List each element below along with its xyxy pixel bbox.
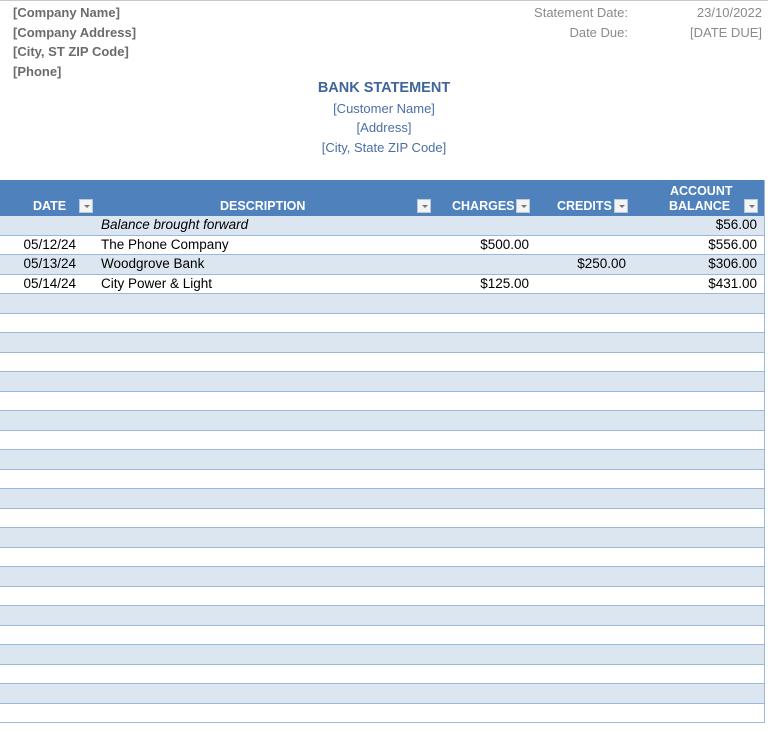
empty-table-row[interactable] [0,411,764,431]
column-header-balance-line1: ACCOUNT [670,184,733,198]
empty-table-row[interactable] [0,645,764,665]
customer-address[interactable]: [Address] [0,118,768,138]
table-row[interactable]: 05/13/24 Woodgrove Bank $250.00 $306.00 [0,255,764,275]
customer-city[interactable]: [City, State ZIP Code] [0,138,768,158]
cell-description[interactable]: Woodgrove Bank [101,255,204,274]
empty-table-row[interactable] [0,665,764,684]
filter-dropdown-credits[interactable] [614,199,628,213]
column-header-credits: CREDITS [557,199,612,213]
empty-table-row[interactable] [0,528,764,548]
table-row[interactable]: 05/12/24 The Phone Company $500.00 $556.00 [0,236,764,255]
company-name[interactable]: [Company Name] [13,3,136,23]
date-due-value[interactable]: [DATE DUE] [690,23,762,43]
filter-dropdown-charges[interactable] [516,199,530,213]
filter-dropdown-date[interactable] [79,199,93,213]
meta-values: 23/10/2022 [DATE DUE] [690,3,762,42]
column-header-balance-line2: BALANCE [669,199,731,213]
statement-date-label: Statement Date: [534,5,628,20]
filter-dropdown-balance[interactable] [744,199,758,213]
empty-table-row[interactable] [0,489,764,509]
empty-table-row[interactable] [0,684,764,704]
table-row[interactable]: 05/14/24 City Power & Light $125.00 $431.00 [0,275,764,294]
empty-table-row[interactable] [0,606,764,626]
empty-table-row[interactable] [0,314,764,333]
statement-title: BANK STATEMENT [317,80,451,96]
empty-table-row[interactable] [0,450,764,470]
transactions-table: DATE DESCRIPTION CHARGES CREDITS ACCOUNT… [0,180,765,723]
filter-dropdown-description[interactable] [417,199,431,213]
cell-charges[interactable]: $500.00 [480,236,529,255]
cell-charges[interactable]: $125.00 [480,275,529,294]
empty-table-row[interactable] [0,626,764,645]
cell-balance[interactable]: $56.00 [716,216,757,235]
empty-table-row[interactable] [0,567,764,587]
column-header-description: DESCRIPTION [220,199,306,213]
customer-name[interactable]: [Customer Name] [0,99,768,119]
cell-credits[interactable]: $250.00 [577,255,626,274]
cell-date[interactable]: 05/12/24 [23,236,76,255]
cell-description[interactable]: City Power & Light [101,275,212,294]
column-header-date: DATE [33,199,67,213]
date-due-label: Date Due: [569,24,628,40]
empty-table-row[interactable] [0,294,764,314]
empty-table-row[interactable] [0,372,764,392]
cell-balance[interactable]: $431.00 [708,275,757,294]
empty-table-row[interactable] [0,509,764,528]
cell-date[interactable]: 05/13/24 [23,255,76,274]
cell-balance[interactable]: $306.00 [708,255,757,274]
column-header-charges: CHARGES [452,199,515,213]
statement-date-value[interactable]: 23/10/2022 [690,3,762,23]
empty-table-row[interactable] [0,392,764,411]
statement-heading: BANK STATEMENT [Customer Name] [Address]… [0,79,768,157]
company-city[interactable]: [City, ST ZIP Code] [13,42,136,62]
cell-date[interactable]: 05/14/24 [23,275,76,294]
table-body: Balance brought forward $56.00 05/12/24 The… [0,216,764,723]
empty-table-row[interactable] [0,704,764,723]
table-header: DATE DESCRIPTION CHARGES CREDITS ACCOUNT… [0,180,764,216]
empty-table-row[interactable] [0,353,764,372]
cell-balance[interactable]: $556.00 [708,236,757,255]
empty-table-row[interactable] [0,333,764,353]
top-border [0,0,768,1]
meta-labels: Statement Date: Date Due: [534,3,628,42]
table-row[interactable]: Balance brought forward $56.00 [0,216,764,236]
cell-description[interactable]: Balance brought forward [101,216,248,235]
cell-description[interactable]: The Phone Company [101,236,229,255]
empty-table-row[interactable] [0,548,764,567]
empty-table-row[interactable] [0,587,764,606]
empty-table-row[interactable] [0,470,764,489]
company-info: [Company Name] [Company Address] [City, … [13,3,136,81]
empty-table-row[interactable] [0,431,764,450]
company-address[interactable]: [Company Address] [13,23,136,43]
